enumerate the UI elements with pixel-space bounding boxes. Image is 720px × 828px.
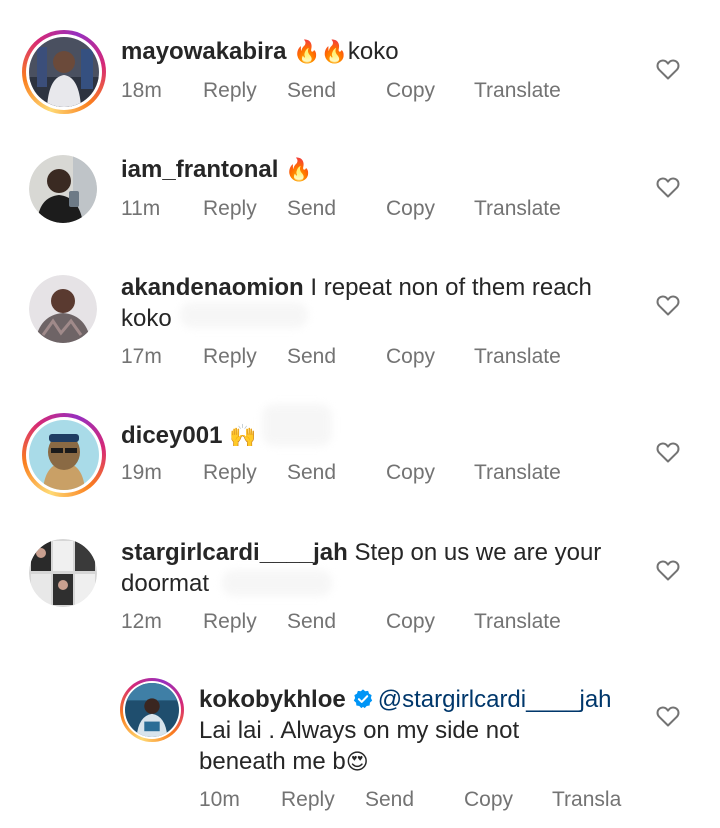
comment-username[interactable]: dicey001 xyxy=(121,422,222,449)
like-heart-icon[interactable] xyxy=(656,441,680,463)
comment-text: kokobykhloe @stargirlcardi____jah Lai lai… xyxy=(199,684,659,777)
comment-text: mayowakabira 🔥🔥koko xyxy=(121,36,641,67)
comment-username[interactable]: stargirlcardi____jah xyxy=(121,539,348,566)
comment-username[interactable]: iam_frantonal xyxy=(121,156,278,183)
copy-button[interactable]: Copy xyxy=(386,459,435,487)
comment-username[interactable]: akandenaomion xyxy=(121,274,304,301)
comment-meta: 10m Reply Send Copy Transla xyxy=(199,786,699,814)
comment-timestamp: 11m xyxy=(121,197,161,220)
comment-text: akandenaomion I repeat non of them reach… xyxy=(121,272,641,334)
copy-button[interactable]: Copy xyxy=(386,343,435,371)
fire-emoji-icon: 🔥🔥 xyxy=(293,39,348,64)
reply-button[interactable]: Reply xyxy=(203,77,257,105)
comment-body: I repeat non of them reach xyxy=(310,274,592,301)
mention-link[interactable]: @stargirlcardi____jah xyxy=(378,686,612,713)
avatar[interactable] xyxy=(29,275,97,343)
heart-eyes-emoji-icon: 😍 xyxy=(345,749,369,774)
comment-body: Lai lai . Always on my side not xyxy=(199,717,520,744)
fire-emoji-icon: 🔥 xyxy=(285,157,313,182)
comment-timestamp: 12m xyxy=(121,610,162,633)
send-button[interactable]: Send xyxy=(365,786,414,814)
reply-button[interactable]: Reply xyxy=(203,343,257,371)
comment-text: stargirlcardi____jah Step on us we are y… xyxy=(121,537,641,599)
reply-button[interactable]: Reply xyxy=(203,459,257,487)
translate-button[interactable]: Translate xyxy=(474,608,561,636)
comment-item: stargirlcardi____jah Step on us we are y… xyxy=(0,504,720,652)
comment-text: iam_frantonal 🔥 xyxy=(121,154,641,185)
comment-item: iam_frantonal 🔥 11m Reply Send Copy Tran… xyxy=(0,120,720,238)
comment-body-line2: koko xyxy=(121,305,172,332)
comment-timestamp: 18m xyxy=(121,79,162,102)
avatar[interactable] xyxy=(22,413,106,497)
translate-button[interactable]: Translate xyxy=(474,195,561,223)
verified-badge-icon xyxy=(352,687,374,709)
reply-button[interactable]: Reply xyxy=(203,195,257,223)
translate-button[interactable]: Translate xyxy=(474,343,561,371)
reply-comment-item: kokobykhloe @stargirlcardi____jah Lai lai… xyxy=(0,652,720,828)
translate-button[interactable]: Translate xyxy=(474,77,561,105)
reply-button[interactable]: Reply xyxy=(203,608,257,636)
avatar[interactable] xyxy=(120,678,184,742)
send-button[interactable]: Send xyxy=(287,608,336,636)
send-button[interactable]: Send xyxy=(287,195,336,223)
like-heart-icon[interactable] xyxy=(656,58,680,80)
copy-button[interactable]: Copy xyxy=(386,608,435,636)
like-heart-icon[interactable] xyxy=(656,294,680,316)
comment-body: koko xyxy=(347,38,399,65)
reply-button[interactable]: Reply xyxy=(281,786,335,814)
translate-button[interactable]: Translate xyxy=(474,459,561,487)
comment-body: Step on us we are your xyxy=(354,539,602,566)
comment-meta: 11m Reply Send Copy Translate xyxy=(121,195,601,223)
comment-timestamp: 10m xyxy=(199,788,240,811)
comment-meta: 17m Reply Send Copy Translate xyxy=(121,343,601,371)
comment-body-line2: beneath me b xyxy=(199,748,346,775)
comment-text: dicey001 🙌 xyxy=(121,420,641,451)
comment-meta: 18m Reply Send Copy Translate xyxy=(121,77,601,105)
comment-timestamp: 19m xyxy=(121,461,162,484)
comment-username[interactable]: kokobykhloe xyxy=(199,686,346,713)
send-button[interactable]: Send xyxy=(287,459,336,487)
avatar[interactable] xyxy=(29,539,97,607)
comment-timestamp: 17m xyxy=(121,345,162,368)
comment-meta: 19m Reply Send Copy Translate xyxy=(121,459,601,487)
like-heart-icon[interactable] xyxy=(656,176,680,198)
comment-item: dicey001 🙌 19m Reply Send Copy Translate xyxy=(0,386,720,504)
comment-item: mayowakabira 🔥🔥koko 18m Reply Send Copy … xyxy=(0,0,720,120)
comment-username[interactable]: mayowakabira xyxy=(121,38,286,65)
comment-item: akandenaomion I repeat non of them reach… xyxy=(0,238,720,386)
copy-button[interactable]: Copy xyxy=(464,786,513,814)
avatar[interactable] xyxy=(29,155,97,223)
copy-button[interactable]: Copy xyxy=(386,195,435,223)
comment-body-line2: doormat xyxy=(121,570,210,597)
send-button[interactable]: Send xyxy=(287,77,336,105)
copy-button[interactable]: Copy xyxy=(386,77,435,105)
like-heart-icon[interactable] xyxy=(656,559,680,581)
raising-hands-emoji-icon: 🙌 xyxy=(229,423,257,448)
send-button[interactable]: Send xyxy=(287,343,336,371)
comment-meta: 12m Reply Send Copy Translate xyxy=(121,608,601,636)
like-heart-icon[interactable] xyxy=(656,705,680,727)
avatar[interactable] xyxy=(22,30,106,114)
translate-button[interactable]: Transla xyxy=(552,786,621,814)
